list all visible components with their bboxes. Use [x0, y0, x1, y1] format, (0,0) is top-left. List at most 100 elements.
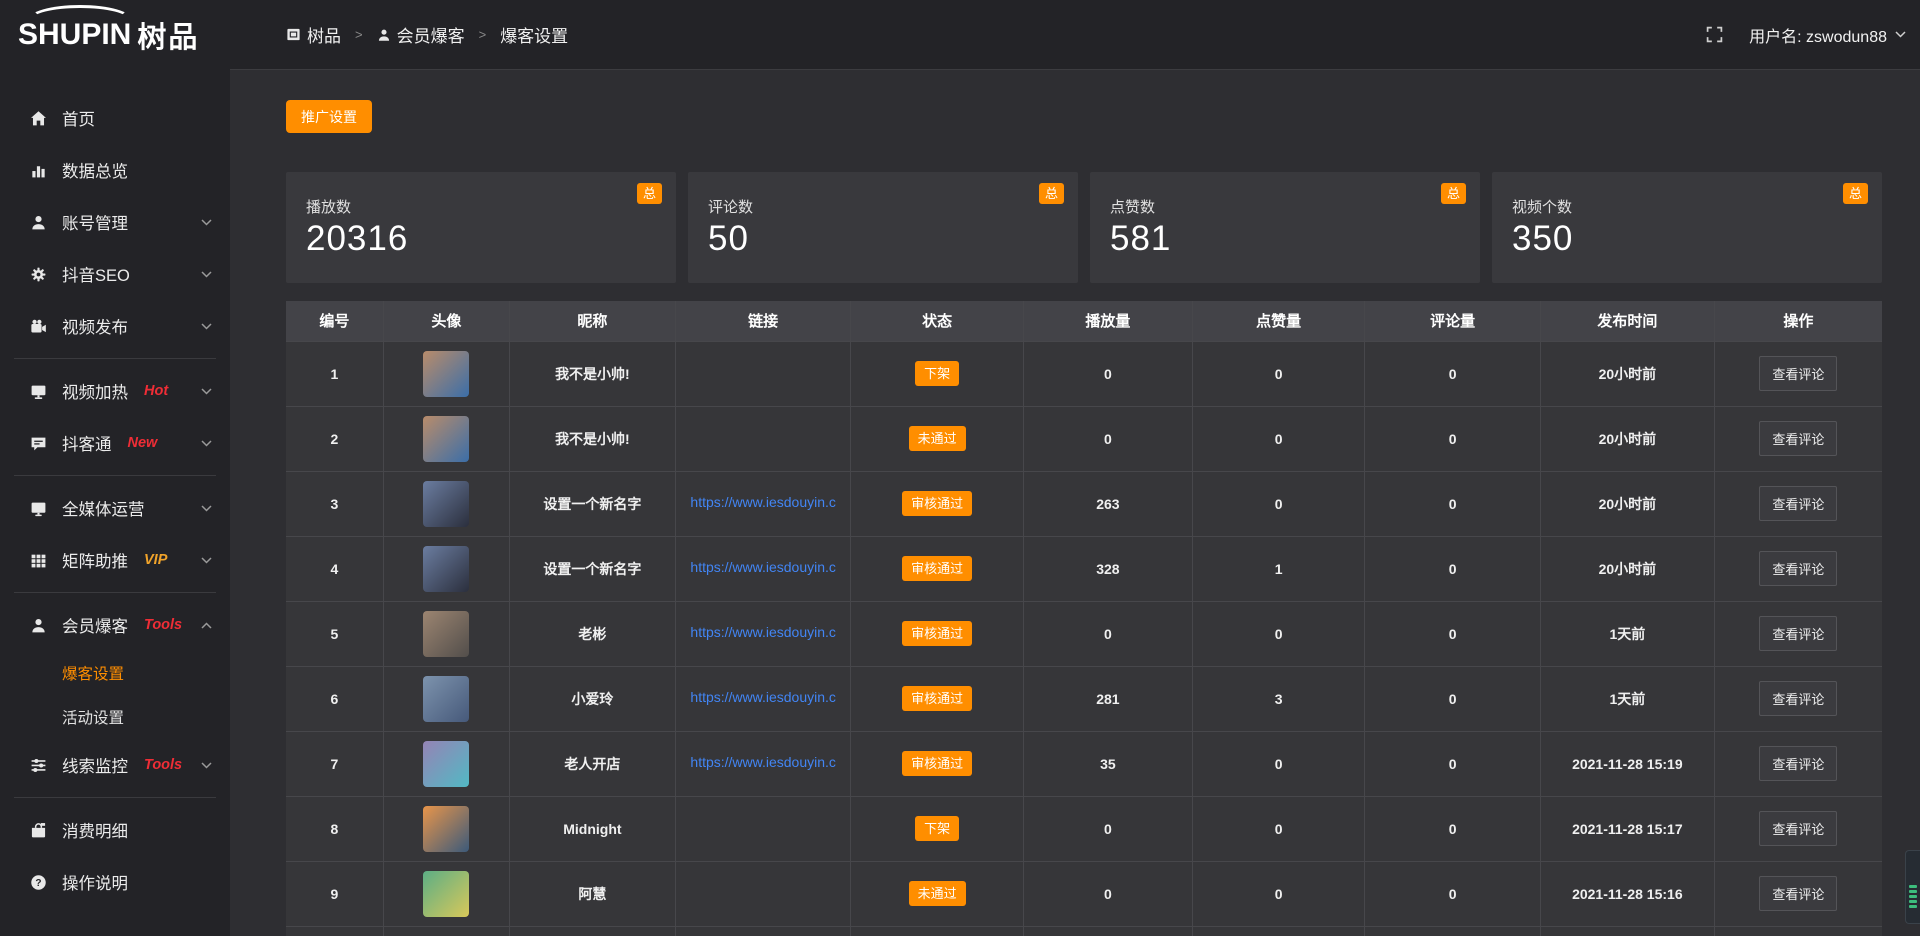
table-row: 2 我不是小帅! 未通过 0 0 0 20小时前 查看评论	[286, 406, 1882, 471]
cell-actions: 查看评论	[1714, 406, 1882, 471]
sidebar-subitem-label: 爆客设置	[62, 662, 124, 684]
cell-time: 20小时前	[1540, 536, 1714, 601]
cell-nickname: 设置一个新名字	[509, 471, 675, 536]
chevron-down-icon	[201, 323, 212, 330]
floating-widget[interactable]	[1905, 850, 1920, 924]
cell-nickname: 阿慧	[509, 861, 675, 926]
stat-card-comments: 评论数 50 总	[688, 172, 1078, 283]
cell-avatar	[383, 861, 509, 926]
sidebar-subitem-activity-settings[interactable]: 活动设置	[0, 695, 230, 739]
cell-link: https://www.iesdouyin.c	[675, 601, 851, 666]
view-comments-button[interactable]: 查看评论	[1759, 551, 1837, 586]
cell-avatar	[383, 926, 509, 936]
col-header-likes: 点赞量	[1192, 301, 1364, 341]
status-badge: 审核通过	[902, 556, 972, 581]
widget-bar	[1909, 895, 1917, 898]
sidebar-item-douketong[interactable]: 抖客通 New	[0, 417, 230, 469]
cell-plays: 0	[1023, 406, 1192, 471]
cell-status: 下架	[851, 796, 1023, 861]
username-label: 用户名: zswodun88	[1749, 23, 1887, 47]
table-row: 9 阿慧 未通过 0 0 0 2021-11-28 15:16 查看评论	[286, 861, 1882, 926]
sidebar-item-account-mgmt[interactable]: 账号管理	[0, 196, 230, 248]
sidebar-item-video-heat[interactable]: 视频加热 Hot	[0, 365, 230, 417]
status-badge: 审核通过	[902, 491, 972, 516]
sidebar-item-omni-media[interactable]: 全媒体运营	[0, 482, 230, 534]
sidebar-item-data-overview[interactable]: 数据总览	[0, 144, 230, 196]
total-badge: 总	[1843, 183, 1868, 204]
cell-time: 2021-11-28 15:19	[1540, 731, 1714, 796]
cell-actions: 查看评论	[1714, 666, 1882, 731]
videos-table: 编号 头像 昵称 链接 状态 播放量 点赞量 评论量 发布时间 操作 1 我不是…	[286, 301, 1882, 936]
home-icon	[30, 110, 47, 127]
sidebar-item-matrix-boost[interactable]: 矩阵助推 VIP	[0, 534, 230, 586]
cell-link	[675, 796, 851, 861]
stat-label: 评论数	[708, 196, 1078, 217]
view-comments-button[interactable]: 查看评论	[1759, 421, 1837, 456]
user-icon	[30, 214, 47, 231]
sidebar-divider	[14, 592, 216, 593]
cell-nickname: 我不是小帅!	[509, 406, 675, 471]
user-menu[interactable]: 用户名: zswodun88	[1749, 23, 1906, 47]
cell-avatar	[383, 601, 509, 666]
grid-icon	[30, 552, 47, 569]
profile-link[interactable]: https://www.iesdouyin.c	[690, 624, 836, 640]
cell-plays: 0	[1023, 341, 1192, 406]
cell-actions	[1714, 926, 1882, 936]
chevron-down-icon	[201, 557, 212, 564]
cell-link	[675, 861, 851, 926]
screen-icon	[30, 383, 47, 400]
cell-status: 审核通过	[851, 731, 1023, 796]
sliders-icon	[30, 757, 47, 774]
sidebar-subitem-baoke-settings[interactable]: 爆客设置	[0, 651, 230, 695]
chat-bubble-icon	[30, 435, 47, 452]
breadcrumb: 树品 > 会员爆客 > 爆客设置	[286, 22, 568, 47]
view-comments-button[interactable]: 查看评论	[1759, 876, 1837, 911]
fullscreen-icon[interactable]	[1706, 26, 1723, 43]
cell-time: 1天前	[1540, 601, 1714, 666]
monitor-icon	[30, 500, 47, 517]
sidebar-divider	[14, 797, 216, 798]
cell-comments: 0	[1365, 536, 1541, 601]
cell-actions: 查看评论	[1714, 471, 1882, 536]
view-comments-button[interactable]: 查看评论	[1759, 811, 1837, 846]
top-header: SHUPIN 树品 树品 > 会员爆客 > 爆客设置	[0, 0, 1920, 70]
cell-nickname: 老彬	[509, 601, 675, 666]
view-comments-button[interactable]: 查看评论	[1759, 616, 1837, 651]
chevron-down-icon	[201, 440, 212, 447]
cell-plays: 0	[1023, 796, 1192, 861]
sidebar-item-home[interactable]: 首页	[0, 92, 230, 144]
sidebar-item-instructions[interactable]: ? 操作说明	[0, 856, 230, 908]
view-comments-button[interactable]: 查看评论	[1759, 486, 1837, 521]
avatar	[423, 741, 469, 787]
breadcrumb-item-section[interactable]: 会员爆客	[377, 22, 465, 47]
cell-status: 审核通过	[851, 471, 1023, 536]
avatar	[423, 611, 469, 657]
promotion-settings-button[interactable]: 推广设置	[286, 100, 372, 133]
cell-id: 5	[286, 601, 383, 666]
status-badge: 下架	[915, 816, 959, 841]
sidebar-item-lead-monitor[interactable]: 线索监控 Tools	[0, 739, 230, 791]
status-badge: 审核通过	[902, 751, 972, 776]
breadcrumb-label: 树品	[307, 22, 341, 47]
profile-link[interactable]: https://www.iesdouyin.c	[690, 494, 836, 510]
cell-nickname: Midnight	[509, 796, 675, 861]
view-comments-button[interactable]: 查看评论	[1759, 681, 1837, 716]
sidebar-item-douyin-seo[interactable]: 抖音SEO	[0, 248, 230, 300]
view-comments-button[interactable]: 查看评论	[1759, 356, 1837, 391]
sidebar-item-member-baoke[interactable]: 会员爆客 Tools	[0, 599, 230, 651]
profile-link[interactable]: https://www.iesdouyin.c	[690, 559, 836, 575]
avatar	[423, 676, 469, 722]
breadcrumb-item-home[interactable]: 树品	[286, 22, 341, 47]
cell-time: 20小时前	[1540, 341, 1714, 406]
sidebar-item-label: 矩阵助推	[62, 548, 128, 572]
sidebar-item-spending-details[interactable]: 消费明细	[0, 804, 230, 856]
view-comments-button[interactable]: 查看评论	[1759, 746, 1837, 781]
sidebar-item-video-publish[interactable]: 视频发布	[0, 300, 230, 352]
col-header-link: 链接	[675, 301, 851, 341]
main-content: 推广设置 播放数 20316 总 评论数 50 总 点赞数 581 总 视频个数…	[230, 0, 1920, 936]
brand-logo[interactable]: SHUPIN 树品	[0, 0, 230, 70]
profile-link[interactable]: https://www.iesdouyin.c	[690, 689, 836, 705]
profile-link[interactable]: https://www.iesdouyin.c	[690, 754, 836, 770]
sidebar-item-label: 数据总览	[62, 158, 128, 182]
logo-text-cn: 树品	[137, 14, 199, 56]
